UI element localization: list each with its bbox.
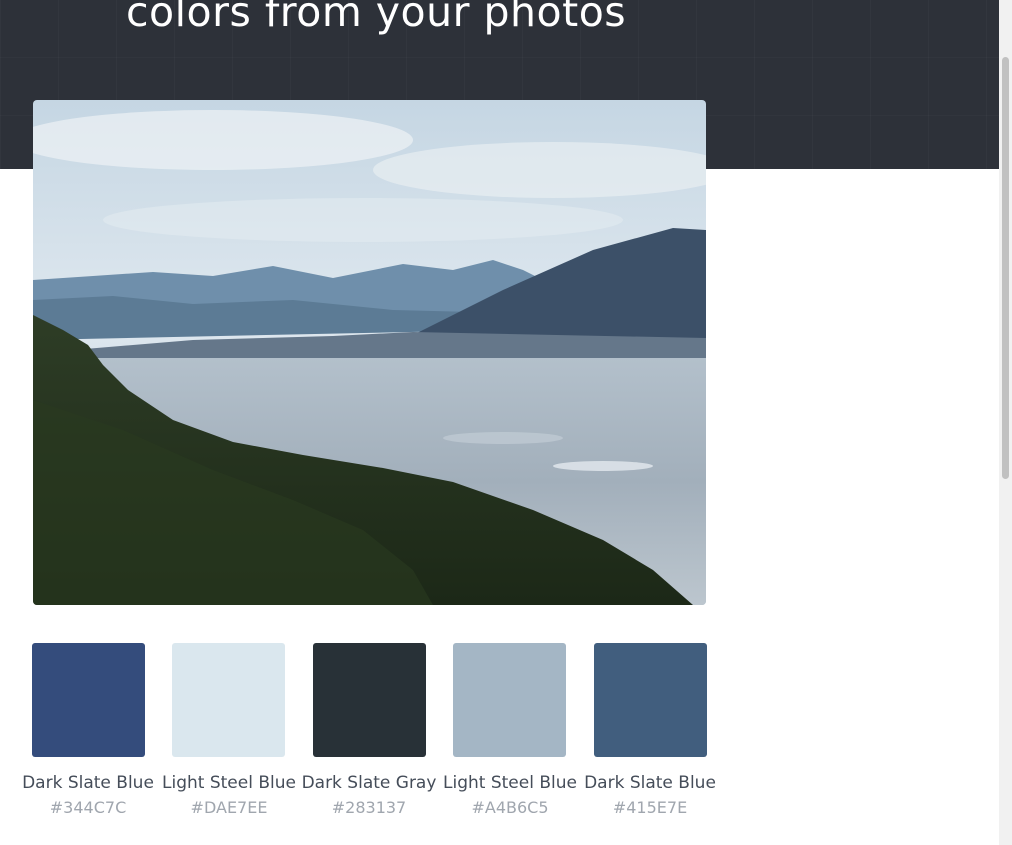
color-hex: #A4B6C5 (471, 798, 549, 817)
color-label: Light Steel Blue #DAE7EE (159, 771, 299, 820)
color-hex: #283137 (331, 798, 407, 817)
color-swatch[interactable] (313, 643, 426, 757)
color-name: Dark Slate Blue (22, 773, 154, 793)
color-name: Dark Slate Gray (301, 773, 437, 793)
color-name: Light Steel Blue (443, 773, 577, 793)
color-label: Dark Slate Blue #344C7C (18, 771, 158, 820)
color-swatch[interactable] (594, 643, 707, 757)
color-hex: #344C7C (49, 798, 127, 817)
color-hex: #DAE7EE (190, 798, 268, 817)
color-name: Light Steel Blue (162, 773, 296, 793)
color-swatch[interactable] (172, 643, 285, 757)
color-swatch[interactable] (32, 643, 145, 757)
uploaded-photo (33, 100, 706, 605)
color-label: Dark Slate Gray #283137 (299, 771, 439, 820)
scrollbar-thumb[interactable] (1002, 57, 1009, 479)
color-name: Dark Slate Blue (584, 773, 716, 793)
color-label: Light Steel Blue #A4B6C5 (440, 771, 580, 820)
landscape-photo-image (33, 100, 706, 605)
vertical-scrollbar[interactable] (999, 0, 1012, 845)
color-swatch[interactable] (453, 643, 566, 757)
color-label: Dark Slate Blue #415E7E (580, 771, 720, 820)
page-title: colors from your photos (126, 0, 627, 36)
color-hex: #415E7E (612, 798, 688, 817)
